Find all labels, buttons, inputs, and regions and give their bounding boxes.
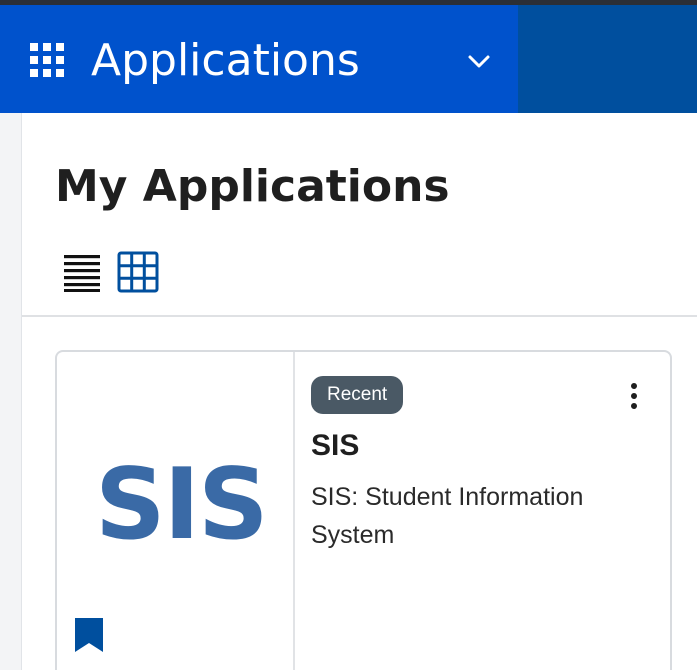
grid-view-button[interactable] xyxy=(117,251,159,293)
section-divider xyxy=(22,315,697,317)
recent-badge: Recent xyxy=(311,376,404,414)
app-header: Applications xyxy=(0,5,697,113)
list-view-button[interactable] xyxy=(63,254,101,292)
app-grid-icon xyxy=(30,43,66,79)
more-vertical-icon[interactable] xyxy=(619,376,649,416)
sis-logo: SIS xyxy=(95,448,269,562)
chevron-down-icon xyxy=(468,55,490,68)
grid-view-icon xyxy=(117,251,159,293)
left-rail xyxy=(0,113,22,670)
main-content: My Applications SIS Recent SIS SIS: Stud… xyxy=(22,113,697,670)
applications-switcher-button[interactable]: Applications xyxy=(0,5,518,113)
card-media: SIS xyxy=(57,352,295,670)
card-description: SIS: Student Information System xyxy=(311,483,584,549)
applications-title: Applications xyxy=(91,35,360,86)
list-icon xyxy=(64,255,100,292)
card-title[interactable]: SIS xyxy=(311,428,359,464)
bookmark-icon[interactable] xyxy=(73,616,105,654)
page-title: My Applications xyxy=(55,161,450,212)
application-card-sis[interactable]: SIS Recent SIS SIS: Student Information … xyxy=(55,350,672,670)
